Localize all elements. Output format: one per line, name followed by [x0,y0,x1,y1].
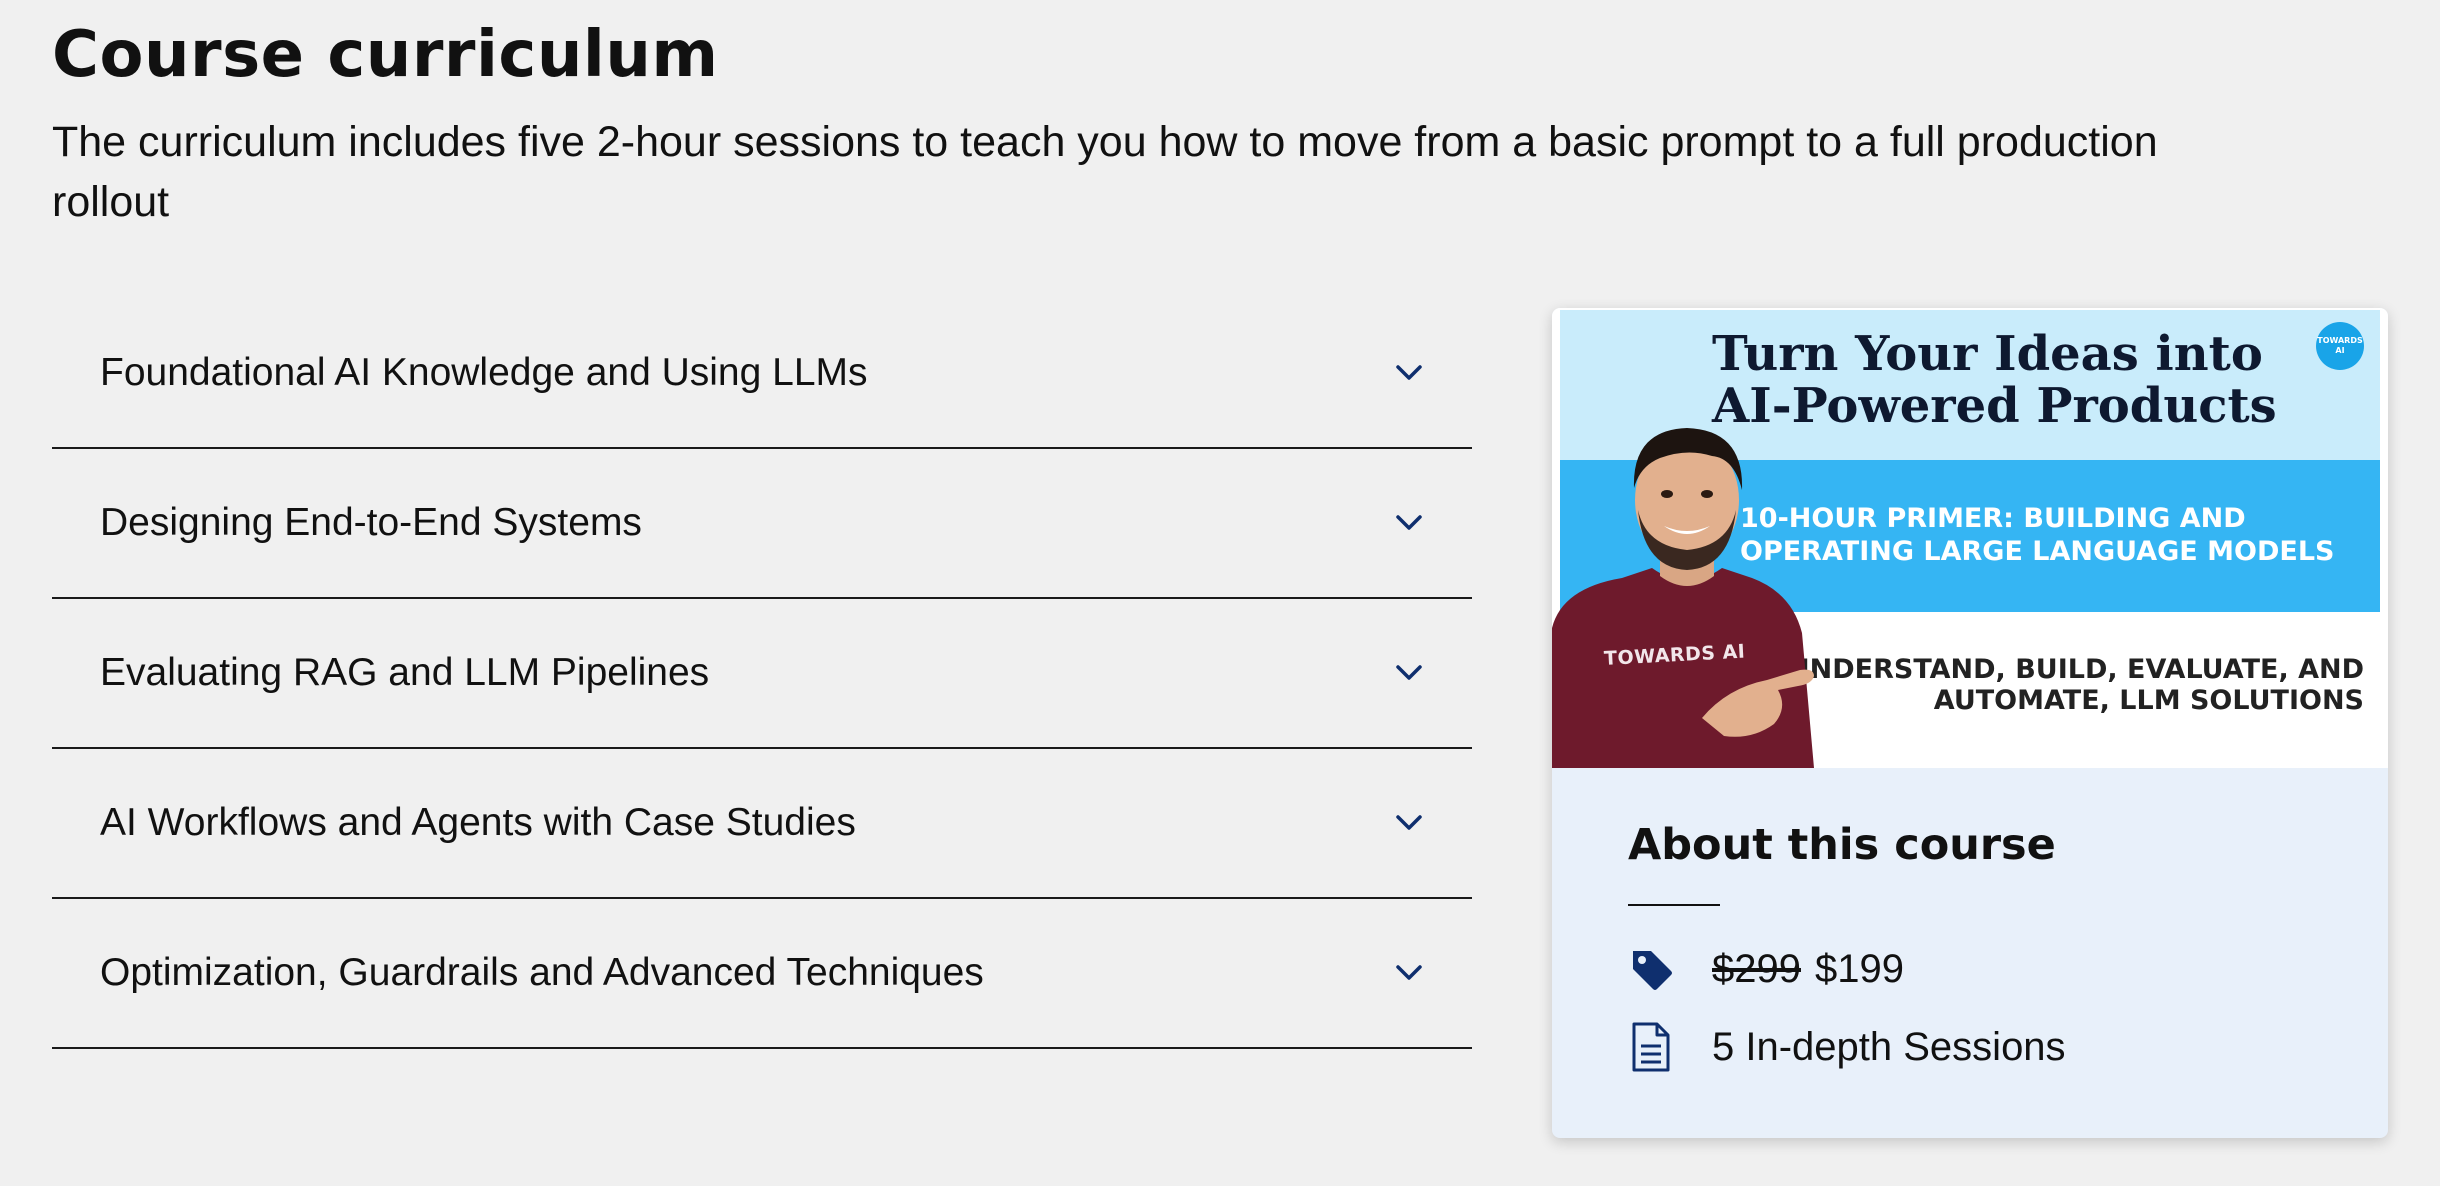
banner-tagline: UNDERSTAND, BUILD, EVALUATE, AND AUTOMAT… [1787,654,2364,716]
original-price: $299 [1712,946,1801,991]
divider [1628,904,1720,906]
page-title: Course curriculum [52,18,719,92]
about-section: About this course $299 $199 5 In-depth S… [1628,820,2066,1072]
sessions-row: 5 In-depth Sessions [1628,1022,2066,1072]
accordion-item-ai-workflows[interactable]: AI Workflows and Agents with Case Studie… [52,749,1472,899]
price-row: $299 $199 [1628,944,2066,994]
chevron-down-icon[interactable] [1394,958,1424,988]
instructor-photo [1552,428,1814,768]
course-banner-image: Turn Your Ideas into AI-Powered Products… [1552,308,2388,768]
chevron-down-icon[interactable] [1394,358,1424,388]
chevron-down-icon[interactable] [1394,508,1424,538]
sale-price: $199 [1814,946,1904,991]
page-subtitle: The curriculum includes five 2-hour sess… [52,118,2158,226]
accordion-item-optimization[interactable]: Optimization, Guardrails and Advanced Te… [52,899,1472,1049]
accordion-item-label: Optimization, Guardrails and Advanced Te… [100,951,984,994]
towards-ai-logo: TOWARDS AI [2316,322,2364,370]
document-icon [1628,1022,1674,1072]
accordion-item-label: AI Workflows and Agents with Case Studie… [100,801,856,844]
chevron-down-icon[interactable] [1394,658,1424,688]
course-info-card: Turn Your Ideas into AI-Powered Products… [1552,308,2388,1138]
accordion-item-foundational-ai[interactable]: Foundational AI Knowledge and Using LLMs [52,299,1472,449]
banner-primer-text: 10-HOUR PRIMER: BUILDING AND OPERATING L… [1740,503,2335,567]
banner-headline: Turn Your Ideas into AI-Powered Products [1712,326,2277,434]
accordion-item-evaluating-rag[interactable]: Evaluating RAG and LLM Pipelines [52,599,1472,749]
accordion-item-label: Foundational AI Knowledge and Using LLMs [100,351,868,394]
accordion-item-label: Evaluating RAG and LLM Pipelines [100,651,710,694]
price-tag-icon [1628,944,1674,994]
curriculum-accordion: Foundational AI Knowledge and Using LLMs… [52,299,1472,1049]
chevron-down-icon[interactable] [1394,808,1424,838]
accordion-item-end-to-end-systems[interactable]: Designing End-to-End Systems [52,449,1472,599]
sessions-count: 5 In-depth Sessions [1712,1024,2066,1069]
about-title: About this course [1628,820,2056,870]
accordion-item-label: Designing End-to-End Systems [100,501,642,544]
